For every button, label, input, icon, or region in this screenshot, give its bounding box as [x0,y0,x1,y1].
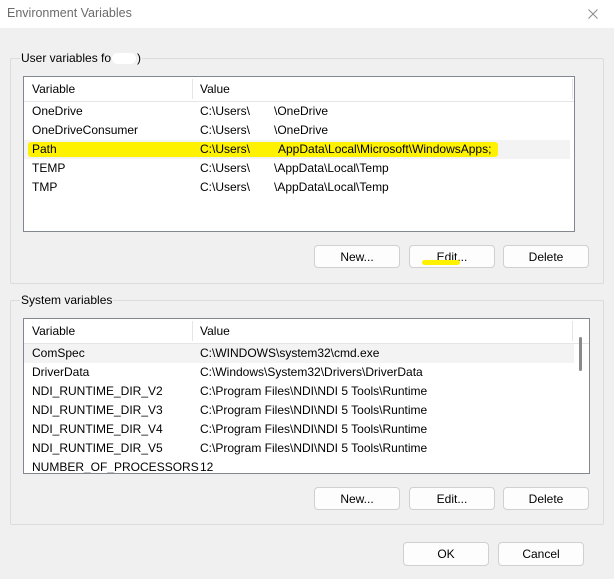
ok-button[interactable]: OK [403,542,489,566]
variable-value-part: \AppData\Local\Temp [274,161,389,175]
column-divider[interactable] [192,321,193,341]
variable-value: C:\Program Files\NDI\NDI 5 Tools\Runtime [200,403,428,417]
table-row[interactable]: OneDriveConsumer C:\Users\ \OneDrive [24,121,570,140]
column-header-variable[interactable]: Variable [32,77,75,101]
system-list-header: Variable Value [24,319,589,344]
column-header-value[interactable]: Value [200,77,230,101]
system-variables-list[interactable]: Variable Value ComSpec C:\WINDOWS\system… [23,318,590,474]
user-list-header: Variable Value [24,77,574,102]
user-variables-label-prefix: User variables fo [21,51,112,65]
environment-variables-dialog: Environment Variables User variables fo … [0,0,614,579]
variable-value-part: AppData\Local\Microsoft\WindowsApps; [278,142,492,156]
variable-value-part: C:\Users\ [200,123,251,137]
table-row[interactable]: TMP C:\Users\ \AppData\Local\Temp [24,178,570,197]
variable-value: C:\Program Files\NDI\NDI 5 Tools\Runtime [200,384,428,398]
variable-value-part: C:\Users\ [200,161,251,175]
title-bar: Environment Variables [0,0,614,28]
variable-value: C:\Program Files\NDI\NDI 5 Tools\Runtime [200,422,428,436]
variable-name: ComSpec [32,346,85,360]
close-icon [588,9,598,19]
variable-value: C:\Windows\System32\Drivers\DriverData [200,365,423,379]
table-row[interactable]: NUMBER_OF_PROCESSORS 12 [24,458,574,474]
variable-value: 12 [200,460,214,474]
scrollbar-thumb[interactable] [579,337,582,371]
variable-value: C:\WINDOWS\system32\cmd.exe [200,346,380,360]
system-variables-label: System variables [20,293,114,307]
variable-value-part: \OneDrive [274,104,329,118]
system-edit-button[interactable]: Edit... [409,487,495,510]
system-delete-button[interactable]: Delete [503,487,589,510]
variable-name: Path [32,142,57,156]
table-row-selected[interactable]: Path C:\Users\ AppData\Local\Microsoft\W… [24,140,570,159]
user-variables-label: User variables fo ) [20,51,143,65]
redacted-username [112,52,137,64]
variable-name: NDI_RUNTIME_DIR_V4 [32,422,163,436]
table-row[interactable]: NDI_RUNTIME_DIR_V4 C:\Program Files\NDI\… [24,420,574,439]
variable-name: OneDriveConsumer [32,123,139,137]
variable-name: NDI_RUNTIME_DIR_V3 [32,403,163,417]
column-divider[interactable] [572,79,573,99]
table-row[interactable]: NDI_RUNTIME_DIR_V3 C:\Program Files\NDI\… [24,401,574,420]
cancel-button[interactable]: Cancel [498,542,584,566]
column-header-value[interactable]: Value [200,319,230,343]
variable-value-part: C:\Users\ [200,180,251,194]
variable-name: TEMP [32,161,66,175]
variable-value: C:\Program Files\NDI\NDI 5 Tools\Runtime [200,441,428,455]
user-new-button[interactable]: New... [314,245,400,268]
variable-name: NUMBER_OF_PROCESSORS [32,460,199,474]
table-row-selected[interactable]: ComSpec C:\WINDOWS\system32\cmd.exe [24,344,574,363]
window-title: Environment Variables [7,6,132,20]
close-button[interactable] [572,0,614,28]
table-row[interactable]: OneDrive C:\Users\ \OneDrive [24,102,570,121]
variable-value-part: C:\Users\ [200,104,251,118]
column-header-variable[interactable]: Variable [32,319,75,343]
table-row[interactable]: DriverData C:\Windows\System32\Drivers\D… [24,363,574,382]
variable-name: NDI_RUNTIME_DIR_V2 [32,384,163,398]
variable-value-part: \AppData\Local\Temp [274,180,389,194]
column-divider[interactable] [572,321,573,341]
variable-name: DriverData [32,365,90,379]
variable-value-part: \OneDrive [274,123,329,137]
table-row[interactable]: NDI_RUNTIME_DIR_V2 C:\Program Files\NDI\… [24,382,574,401]
column-divider[interactable] [192,79,193,99]
user-delete-button[interactable]: Delete [503,245,589,268]
variable-value-part: C:\Users\ [200,142,251,156]
variable-name: TMP [32,180,58,194]
variable-name: NDI_RUNTIME_DIR_V5 [32,441,163,455]
yellow-underline-mark [422,260,460,265]
user-variables-list[interactable]: Variable Value OneDrive C:\Users\ \OneDr… [23,76,575,232]
system-new-button[interactable]: New... [314,487,400,510]
table-row[interactable]: NDI_RUNTIME_DIR_V5 C:\Program Files\NDI\… [24,439,574,458]
user-variables-label-suffix: ) [137,51,142,65]
variable-name: OneDrive [32,104,83,118]
vertical-scrollbar[interactable] [576,319,584,471]
table-row[interactable]: TEMP C:\Users\ \AppData\Local\Temp [24,159,570,178]
